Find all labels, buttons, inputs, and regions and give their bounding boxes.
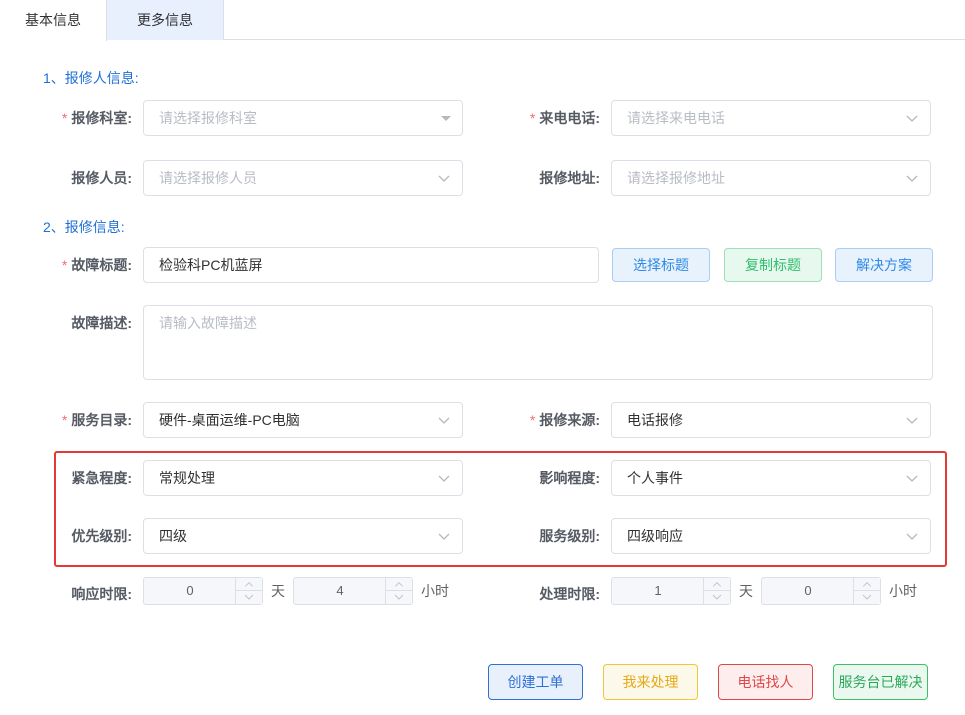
- self-handle-button[interactable]: 我来处理: [603, 664, 698, 700]
- handle-limit-label: 处理时限:: [539, 586, 600, 602]
- tab-more-info[interactable]: 更多信息: [107, 0, 224, 40]
- phone-label: * 来电电话:: [468, 101, 600, 135]
- phone-select[interactable]: 请选择来电电话: [611, 100, 931, 136]
- section-title-reporter: 1、报修人信息:: [43, 70, 139, 86]
- required-mark: *: [61, 257, 68, 273]
- service-level-select[interactable]: 四级响应: [611, 518, 931, 554]
- handle-hours-value: 0: [804, 583, 812, 598]
- dept-label: * 报修科室:: [0, 101, 132, 135]
- chevron-up-icon[interactable]: [704, 578, 730, 591]
- catalog-select[interactable]: 硬件-桌面运维-PC电脑: [143, 402, 463, 438]
- stepper-controls: [703, 578, 730, 604]
- response-hours-value: 4: [336, 583, 344, 598]
- select-title-button[interactable]: 选择标题: [612, 248, 710, 282]
- address-select[interactable]: 请选择报修地址: [611, 160, 931, 196]
- chevron-down-icon: [906, 417, 918, 424]
- source-value: 电话报修: [627, 412, 683, 428]
- fault-desc-textarea[interactable]: 请输入故障描述: [143, 305, 933, 380]
- tab-basic-info[interactable]: 基本信息: [0, 0, 107, 41]
- address-placeholder: 请选择报修地址: [627, 170, 725, 186]
- person-placeholder: 请选择报修人员: [159, 170, 257, 186]
- handle-days-value: 1: [654, 583, 662, 598]
- dept-label-text: 报修科室:: [71, 110, 132, 126]
- impact-value: 个人事件: [627, 470, 683, 486]
- chevron-down-icon[interactable]: [854, 591, 880, 604]
- chevron-down-icon[interactable]: [704, 591, 730, 604]
- handle-days-stepper[interactable]: 1: [611, 577, 731, 605]
- desc-placeholder: 请输入故障描述: [159, 315, 257, 331]
- solution-button[interactable]: 解决方案: [835, 248, 933, 282]
- person-label: 报修人员:: [71, 170, 132, 186]
- tab-bar: 基本信息 更多信息: [0, 0, 965, 41]
- chevron-down-icon: [438, 475, 450, 482]
- catalog-label-text: 服务目录:: [71, 412, 132, 428]
- response-days-unit: 天: [271, 583, 285, 599]
- phone-find-button[interactable]: 电话找人: [718, 664, 813, 700]
- catalog-value: 硬件-桌面运维-PC电脑: [159, 412, 300, 428]
- source-select[interactable]: 电话报修: [611, 402, 931, 438]
- chevron-up-icon[interactable]: [854, 578, 880, 591]
- handle-hours-unit: 小时: [889, 583, 917, 599]
- response-hours-stepper[interactable]: 4: [293, 577, 413, 605]
- chevron-down-icon: [438, 417, 450, 424]
- fault-title-input[interactable]: 检验科PC机蓝屏: [143, 247, 599, 283]
- fault-title-value: 检验科PC机蓝屏: [159, 257, 263, 273]
- stepper-controls: [235, 578, 262, 604]
- address-label: 报修地址:: [539, 170, 600, 186]
- phone-placeholder: 请选择来电电话: [627, 110, 725, 126]
- chevron-down-icon[interactable]: [386, 591, 412, 604]
- source-label: * 报修来源:: [468, 403, 600, 437]
- impact-select[interactable]: 个人事件: [611, 460, 931, 496]
- chevron-up-icon[interactable]: [386, 578, 412, 591]
- chevron-down-icon: [906, 115, 918, 122]
- urgency-value: 常规处理: [159, 470, 215, 486]
- priority-label: 优先级别:: [71, 528, 132, 544]
- chevron-down-icon[interactable]: [236, 591, 262, 604]
- title-label: * 故障标题:: [0, 248, 132, 282]
- required-mark: *: [61, 412, 68, 428]
- response-days-stepper[interactable]: 0: [143, 577, 263, 605]
- chevron-up-icon[interactable]: [236, 578, 262, 591]
- chevron-down-icon: [438, 533, 450, 540]
- stepper-controls: [853, 578, 880, 604]
- stepper-controls: [385, 578, 412, 604]
- caret-down-icon: [441, 116, 451, 121]
- desc-label: 故障描述:: [71, 315, 132, 331]
- create-ticket-button[interactable]: 创建工单: [488, 664, 583, 700]
- impact-label: 影响程度:: [539, 470, 600, 486]
- handle-hours-stepper[interactable]: 0: [761, 577, 881, 605]
- chevron-down-icon: [906, 175, 918, 182]
- phone-label-text: 来电电话:: [539, 110, 600, 126]
- service-level-label: 服务级别:: [539, 528, 600, 544]
- priority-select[interactable]: 四级: [143, 518, 463, 554]
- copy-title-button[interactable]: 复制标题: [724, 248, 822, 282]
- catalog-label: * 服务目录:: [0, 403, 132, 437]
- person-select[interactable]: 请选择报修人员: [143, 160, 463, 196]
- chevron-down-icon: [906, 533, 918, 540]
- dept-placeholder: 请选择报修科室: [159, 110, 257, 126]
- chevron-down-icon: [906, 475, 918, 482]
- response-days-value: 0: [186, 583, 194, 598]
- service-level-value: 四级响应: [627, 528, 683, 544]
- required-mark: *: [529, 110, 536, 126]
- urgency-select[interactable]: 常规处理: [143, 460, 463, 496]
- required-mark: *: [61, 110, 68, 126]
- service-desk-resolved-button[interactable]: 服务台已解决: [833, 664, 928, 700]
- required-mark: *: [529, 412, 536, 428]
- dept-select[interactable]: 请选择报修科室: [143, 100, 463, 136]
- chevron-down-icon: [438, 175, 450, 182]
- handle-days-unit: 天: [739, 583, 753, 599]
- response-hours-unit: 小时: [421, 583, 449, 599]
- priority-value: 四级: [159, 528, 187, 544]
- response-limit-label: 响应时限:: [71, 586, 132, 602]
- source-label-text: 报修来源:: [539, 412, 600, 428]
- urgency-label: 紧急程度:: [71, 470, 132, 486]
- title-label-text: 故障标题:: [71, 257, 132, 273]
- section-title-repair: 2、报修信息:: [43, 219, 125, 235]
